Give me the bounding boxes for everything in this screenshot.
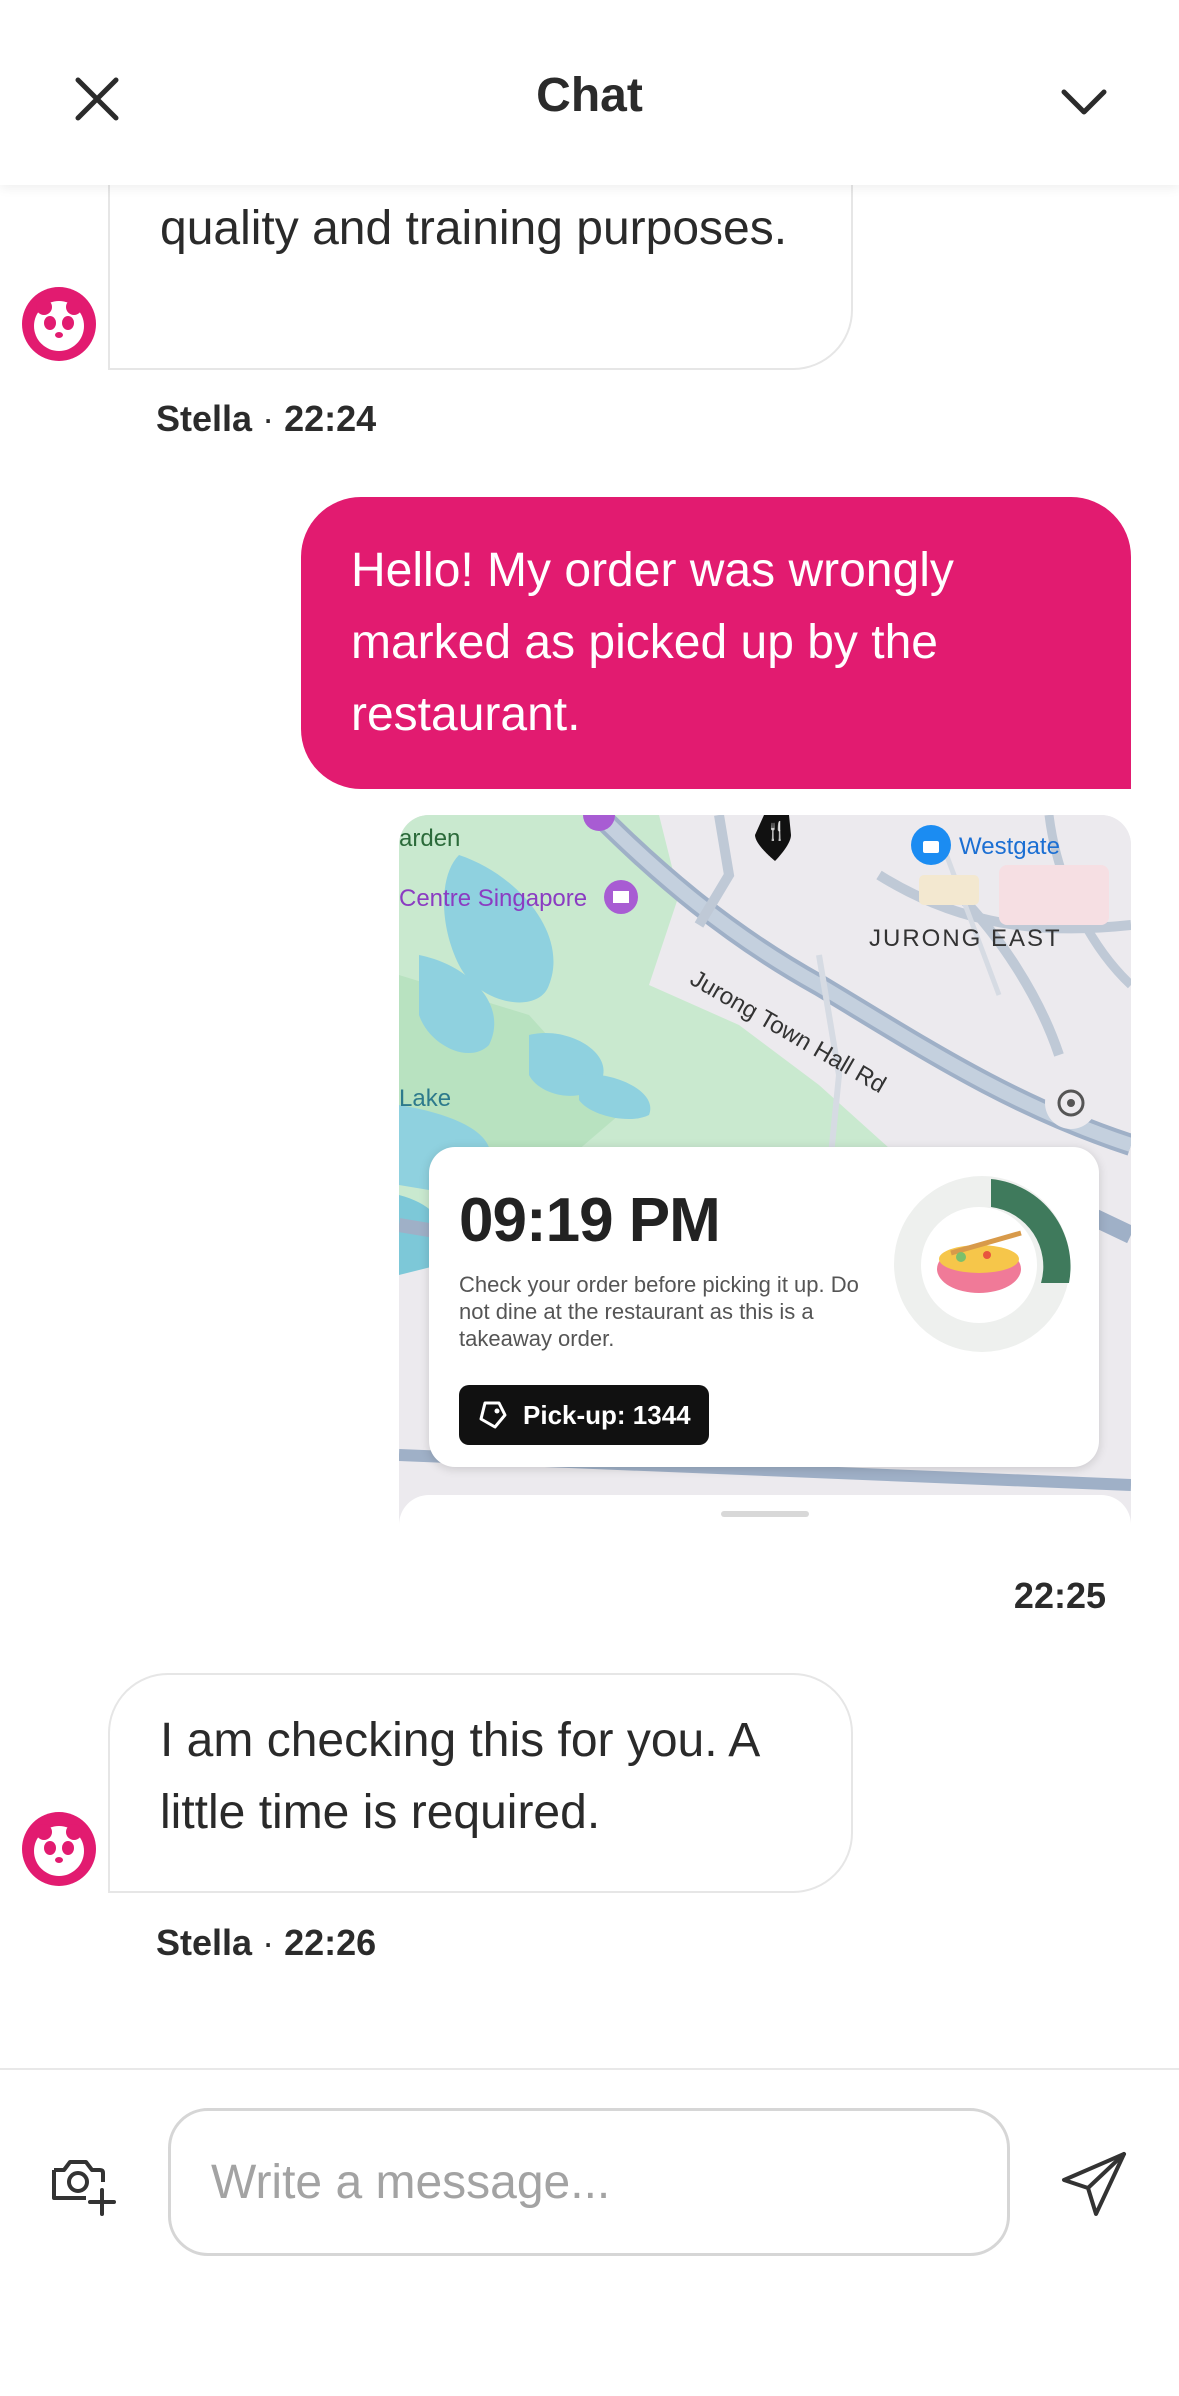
tag-icon — [479, 1401, 507, 1429]
map-label-jurong-east: JURONG EAST — [869, 925, 1062, 952]
order-note: Check your order before picking it up. D… — [459, 1272, 859, 1351]
message-text: quality and training purposes. — [160, 202, 788, 255]
sender-name: Stella — [156, 1922, 253, 1963]
meta-separator: · — [262, 398, 275, 439]
page-title: Chat — [536, 69, 643, 122]
chevron-down-icon[interactable] — [1058, 82, 1110, 122]
food-bowl-icon — [894, 1176, 1071, 1352]
sender-name: Stella — [156, 398, 253, 439]
map-label-lake: Lake — [399, 1085, 452, 1112]
map-label-garden: arden — [399, 825, 461, 852]
order-time: 09:19 PM — [459, 1186, 721, 1255]
meta-separator: · — [262, 1922, 275, 1963]
message-time: 22:25 — [1013, 1575, 1106, 1616]
panda-avatar-icon — [22, 287, 96, 361]
map-label-westgate: Westgate — [959, 833, 1060, 860]
order-card: 09:19 PM Check your order before picking… — [429, 1147, 1099, 1467]
svg-text:🍴: 🍴 — [765, 820, 787, 842]
send-icon[interactable] — [1060, 2150, 1128, 2218]
panda-avatar-icon — [22, 1812, 96, 1886]
message-time: 22:26 — [284, 1922, 377, 1963]
sheet-handle — [721, 1511, 809, 1517]
map-label-centre: Centre Singapore — [399, 885, 588, 912]
message-text: I am checking this for you. A little tim… — [160, 1714, 758, 1839]
composer-divider — [0, 2068, 1179, 2070]
message-list[interactable]: quality and training purposes. Stella · … — [0, 0, 1179, 2070]
message-time: 22:24 — [284, 398, 377, 439]
message-input[interactable] — [168, 2108, 1010, 2256]
bottom-sheet — [399, 1495, 1131, 1525]
message-meta: Stella · 22:24 — [156, 398, 376, 440]
header: Chat — [0, 0, 1179, 185]
message-bubble-outgoing: Hello! My order was wrongly marked as pi… — [301, 497, 1131, 789]
pickup-badge: Pick-up: 1344 — [459, 1385, 709, 1445]
message-meta: Stella · 22:26 — [156, 1922, 376, 1964]
message-bubble-incoming: I am checking this for you. A little tim… — [108, 1673, 853, 1893]
message-text: Hello! My order was wrongly marked as pi… — [351, 544, 954, 741]
pickup-label: Pick-up: 1344 — [523, 1400, 691, 1430]
camera-add-icon[interactable] — [48, 2152, 118, 2216]
message-image[interactable]: 🍴 arden Centre Singapore Westgate JURONG… — [399, 815, 1131, 1525]
